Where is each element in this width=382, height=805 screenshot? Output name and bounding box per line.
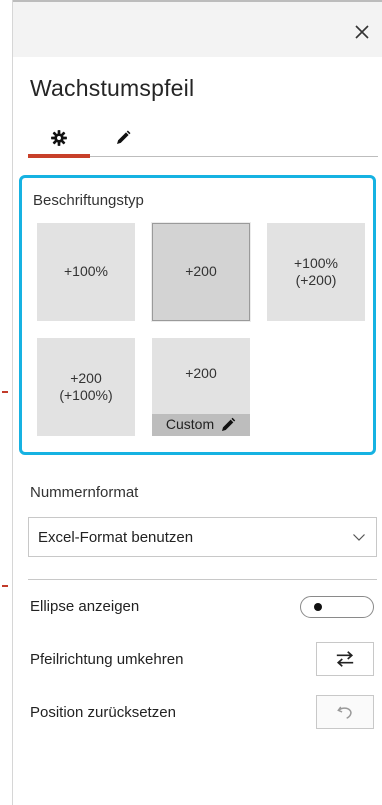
chevron-down-icon [353,534,365,541]
option-text: +100% (+200) [294,254,338,289]
pencil-icon [222,417,236,431]
panel-header [13,0,382,57]
header-border [13,0,382,2]
swap-arrows-icon [336,651,354,667]
option-text: +200 (+100%) [59,369,113,404]
option-text: +200 [185,365,217,381]
close-icon [355,25,369,39]
section-divider [28,579,377,580]
reverse-arrow-label: Pfeilrichtung umkehren [30,651,184,668]
ellipse-toggle[interactable] [300,596,374,618]
tab-bar [28,118,378,160]
host-marker [2,585,8,587]
label-option-absolute[interactable]: +200 [152,223,250,321]
reset-position-button[interactable] [316,695,374,729]
host-marker [2,391,8,393]
label-option-percent[interactable]: +100% [37,223,135,321]
custom-badge-label: Custom [165,416,215,433]
label-option-percent-absolute[interactable]: +100% (+200) [267,223,365,321]
undo-icon [337,706,352,719]
label-type-title: Beschriftungstyp [33,192,144,209]
tab-style[interactable] [92,118,154,158]
gear-icon [51,130,67,146]
host-window-edge [0,0,13,805]
number-format-value: Excel-Format benutzen [38,528,194,546]
reset-position-label: Position zurücksetzen [30,704,176,721]
active-tab-indicator [28,154,90,158]
toggle-knob [314,603,322,611]
number-format-label: Nummernformat [30,484,139,501]
option-text: +100% [64,263,108,280]
reverse-arrow-button[interactable] [316,642,374,676]
pencil-icon [117,130,131,144]
close-button[interactable] [350,20,374,44]
number-format-dropdown[interactable]: Excel-Format benutzen [28,517,377,557]
option-text: +200 [185,263,217,280]
ellipse-label: Ellipse anzeigen [30,598,140,615]
tab-settings[interactable] [28,118,90,158]
label-type-section: Beschriftungstyp +100% +200 +100% (+200)… [19,175,376,455]
label-option-custom[interactable]: +200 Custom [152,338,250,436]
custom-badge: Custom [152,414,250,436]
panel-title: Wachstumspfeil [30,75,195,101]
label-option-absolute-percent[interactable]: +200 (+100%) [37,338,135,436]
tab-divider [90,156,378,157]
